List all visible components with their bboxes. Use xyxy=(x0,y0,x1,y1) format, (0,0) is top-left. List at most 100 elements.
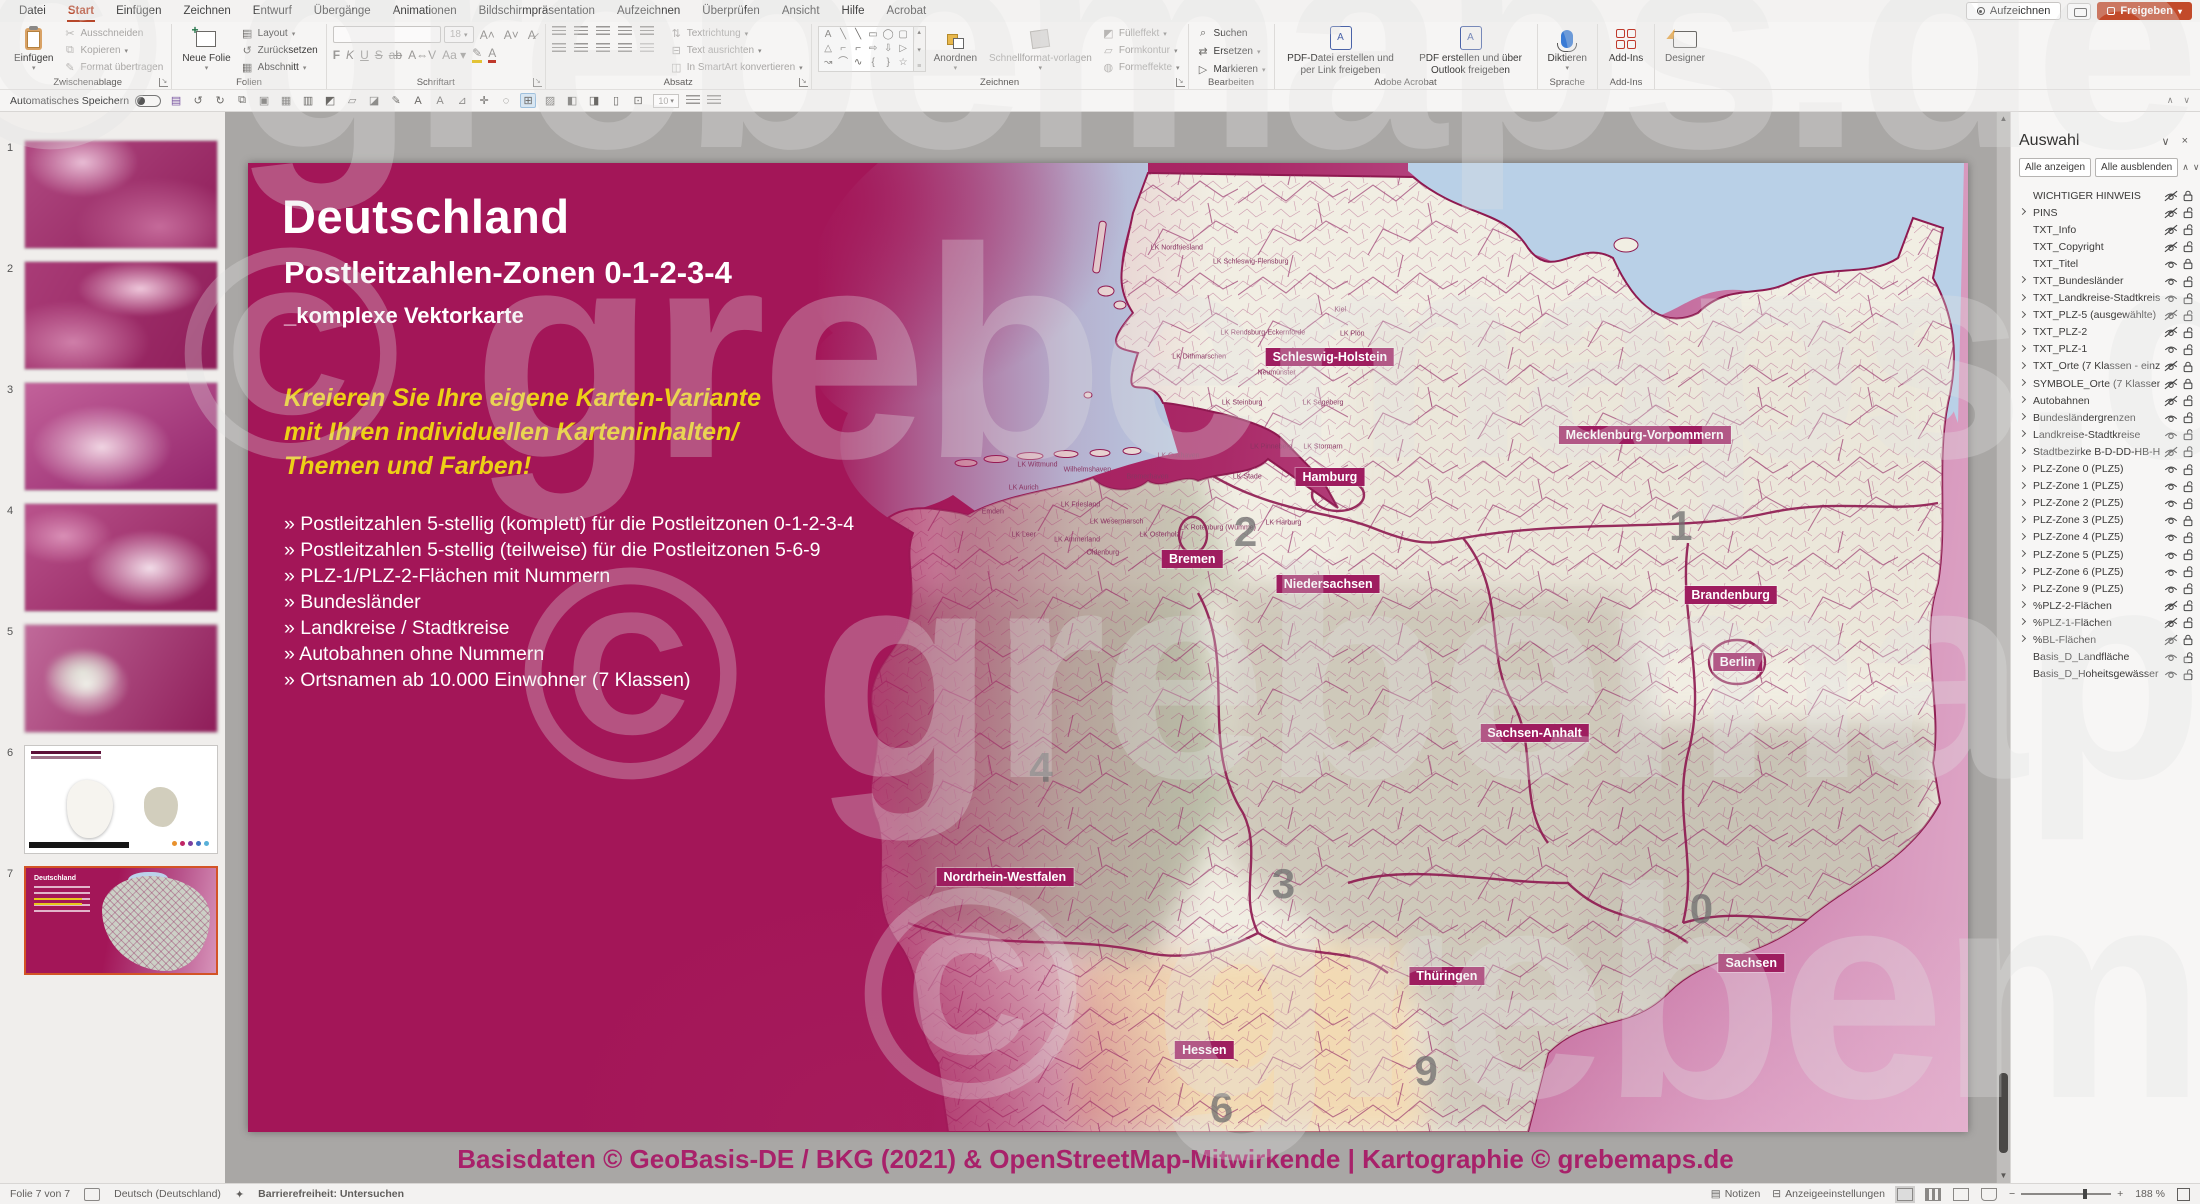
pane-chevron-down-icon[interactable]: ∨ xyxy=(2156,135,2176,148)
shapes-gallery[interactable]: A ╲ ╲ ▭ ◯ ▢ △ ⌐ ⌐ ⇨ ⇩ ▷ ↝ ⌒ ∿{} ☆ xyxy=(817,26,914,72)
menu-datei[interactable]: Datei xyxy=(8,0,57,22)
picture-icon[interactable]: ⊡ xyxy=(630,94,646,107)
display-settings-button[interactable]: ⊟ Anzeigeeinstellungen xyxy=(1772,1188,1885,1200)
show-all-button[interactable]: Alle anzeigen xyxy=(2019,158,2092,177)
visibility-eye-icon[interactable] xyxy=(2164,258,2178,270)
zoom-out-icon[interactable]: − xyxy=(2009,1188,2015,1200)
visibility-eye-icon[interactable] xyxy=(2164,583,2178,595)
justify-icon[interactable] xyxy=(617,43,632,54)
copy-button[interactable]: ⧉ Kopieren ▾ xyxy=(61,43,165,58)
slide-subtitle-2[interactable]: _komplexe Vektorkarte xyxy=(284,303,524,329)
expand-chevron-icon[interactable] xyxy=(2019,293,2027,301)
dialog-launcher-icon[interactable]: ↘ xyxy=(159,78,169,87)
layer-label[interactable]: PLZ-Zone 2 (PLZ5) xyxy=(2033,497,2160,509)
visibility-eye-icon[interactable] xyxy=(2164,378,2178,390)
slide-thumbnail-image[interactable]: Deutschland xyxy=(24,866,218,975)
numbering-icon[interactable] xyxy=(573,26,588,37)
layer-label[interactable]: PLZ-Zone 4 (PLZ5) xyxy=(2033,531,2160,543)
lock-icon[interactable] xyxy=(2182,240,2194,253)
shape-brace-left[interactable]: { xyxy=(866,56,881,70)
textbox-icon[interactable]: ◧ xyxy=(564,94,580,107)
slide-thumbnail[interactable]: 6 xyxy=(7,745,218,854)
text-highlight-button[interactable]: ✎ xyxy=(472,46,483,63)
search-icon[interactable]: ◌ xyxy=(498,95,514,107)
select-button[interactable]: ▷ Markieren ▾ xyxy=(1195,62,1268,77)
lock-icon[interactable] xyxy=(2182,582,2194,595)
layer-row[interactable]: TXT_Titel xyxy=(2019,255,2194,272)
menu-hilfe[interactable]: Hilfe xyxy=(831,0,876,22)
pen-icon[interactable]: ✎ xyxy=(388,94,404,107)
redo-icon[interactable]: ↻ xyxy=(212,94,228,107)
hide-all-button[interactable]: Alle ausblenden xyxy=(2095,158,2179,177)
shape-arrow-right[interactable]: ⇨ xyxy=(866,42,881,56)
menu-einfuegen[interactable]: Einfügen xyxy=(105,0,172,22)
expand-chevron-icon[interactable] xyxy=(2019,618,2027,626)
lock-icon[interactable] xyxy=(2182,565,2194,578)
line-spacing-icon[interactable] xyxy=(639,26,654,37)
expand-chevron-icon[interactable] xyxy=(2019,498,2027,506)
eraser-icon[interactable]: ◪ xyxy=(366,94,382,107)
fill-color-icon[interactable]: ◩ xyxy=(322,94,338,107)
shape-arrow-down[interactable]: ⇩ xyxy=(881,42,896,56)
lock-icon[interactable] xyxy=(2182,514,2194,527)
lock-icon[interactable] xyxy=(2182,206,2194,219)
shape-curve[interactable]: ∿ xyxy=(851,56,866,70)
lock-icon[interactable] xyxy=(2182,360,2194,373)
expand-chevron-icon[interactable] xyxy=(2019,378,2027,387)
layer-label[interactable]: TXT_Copyright xyxy=(2033,241,2160,253)
shape-outline-icon[interactable]: ▱ xyxy=(344,94,360,107)
lock-icon[interactable] xyxy=(2182,394,2194,407)
visibility-eye-icon[interactable] xyxy=(2164,480,2178,492)
visibility-eye-icon[interactable] xyxy=(2164,207,2178,219)
shrink-font-button[interactable]: A˅ xyxy=(501,28,522,42)
expand-chevron-icon[interactable] xyxy=(2019,361,2027,369)
layer-row[interactable]: %PLZ-1-Flächen xyxy=(2019,614,2194,631)
strikethrough-button[interactable]: S xyxy=(375,48,383,62)
layer-row[interactable]: TXT_Orte (7 Klassen - einzeln ein… xyxy=(2019,358,2194,375)
reset-button[interactable]: ↺ Zurücksetzen xyxy=(239,43,320,58)
pdf-create-outlook-button[interactable]: PDF erstellen und über Outlook freigeben xyxy=(1411,26,1531,77)
visibility-eye-icon[interactable] xyxy=(2164,531,2178,543)
menu-start[interactable]: Start xyxy=(57,0,105,22)
shape-line[interactable]: ╲ xyxy=(836,28,851,42)
slide-thumbnail-image[interactable] xyxy=(24,140,218,249)
expand-chevron-icon[interactable] xyxy=(2019,310,2027,318)
dictate-button[interactable]: Diktieren ▾ xyxy=(1544,26,1591,74)
shape-arc[interactable]: ⌒ xyxy=(836,56,851,70)
slide-thumbnail-image[interactable] xyxy=(24,382,218,491)
lock-icon[interactable] xyxy=(2182,633,2194,646)
layer-row[interactable]: %BL-Flächen xyxy=(2019,631,2194,648)
shape-outline-button[interactable]: ▱ Formkontur ▾ xyxy=(1100,43,1182,58)
slide-thumbnail[interactable]: 3 xyxy=(7,382,218,491)
lock-icon[interactable] xyxy=(2182,428,2194,441)
visibility-eye-icon[interactable] xyxy=(2164,668,2178,680)
shape-triangle[interactable]: △ xyxy=(821,42,836,56)
slide-thumbnail[interactable]: 1 xyxy=(7,140,218,249)
layer-label[interactable]: TXT_PLZ-1 xyxy=(2033,343,2160,355)
zoom-in-icon[interactable]: + xyxy=(2117,1188,2123,1200)
layer-label[interactable]: Landkreise-Stadtkreise xyxy=(2033,429,2160,441)
expand-chevron-icon[interactable] xyxy=(2019,430,2027,438)
save-icon[interactable]: ▤ xyxy=(168,94,184,107)
layer-label[interactable]: SYMBOLE_Orte (7 Klassen - einze… xyxy=(2033,378,2160,390)
layer-row[interactable]: Landkreise-Stadtkreise xyxy=(2019,426,2194,443)
visibility-eye-icon[interactable] xyxy=(2164,343,2178,355)
bullet-list[interactable]: » Postleitzahlen 5-stellig (komplett) fü… xyxy=(284,511,854,693)
layer-label[interactable]: TXT_Bundesländer xyxy=(2033,275,2160,287)
lock-icon[interactable] xyxy=(2182,292,2194,305)
shape-rectangle[interactable]: ▭ xyxy=(866,28,881,42)
lock-icon[interactable] xyxy=(2182,257,2194,270)
vertical-scrollbar[interactable]: ▲ ▼ xyxy=(1996,112,2010,1183)
lock-icon[interactable] xyxy=(2182,463,2194,476)
layer-label[interactable]: TXT_Landkreise-Stadtkreise xyxy=(2033,292,2160,304)
layer-label[interactable]: TXT_Orte (7 Klassen - einzeln ein… xyxy=(2033,360,2160,372)
layer-row[interactable]: PLZ-Zone 1 (PLZ5) xyxy=(2019,478,2194,495)
layer-row[interactable]: TXT_Landkreise-Stadtkreise xyxy=(2019,290,2194,307)
scroll-down-icon[interactable]: ▼ xyxy=(1997,1169,2010,1183)
layer-row[interactable]: PLZ-Zone 5 (PLZ5) xyxy=(2019,546,2194,563)
layer-row[interactable]: TXT_Info xyxy=(2019,221,2194,238)
scrollbar-thumb[interactable] xyxy=(1999,1073,2008,1153)
layer-row[interactable]: PLZ-Zone 6 (PLZ5) xyxy=(2019,563,2194,580)
expand-chevron-icon[interactable] xyxy=(2019,635,2027,643)
layer-label[interactable]: Basis_D_Landfläche xyxy=(2033,651,2160,663)
